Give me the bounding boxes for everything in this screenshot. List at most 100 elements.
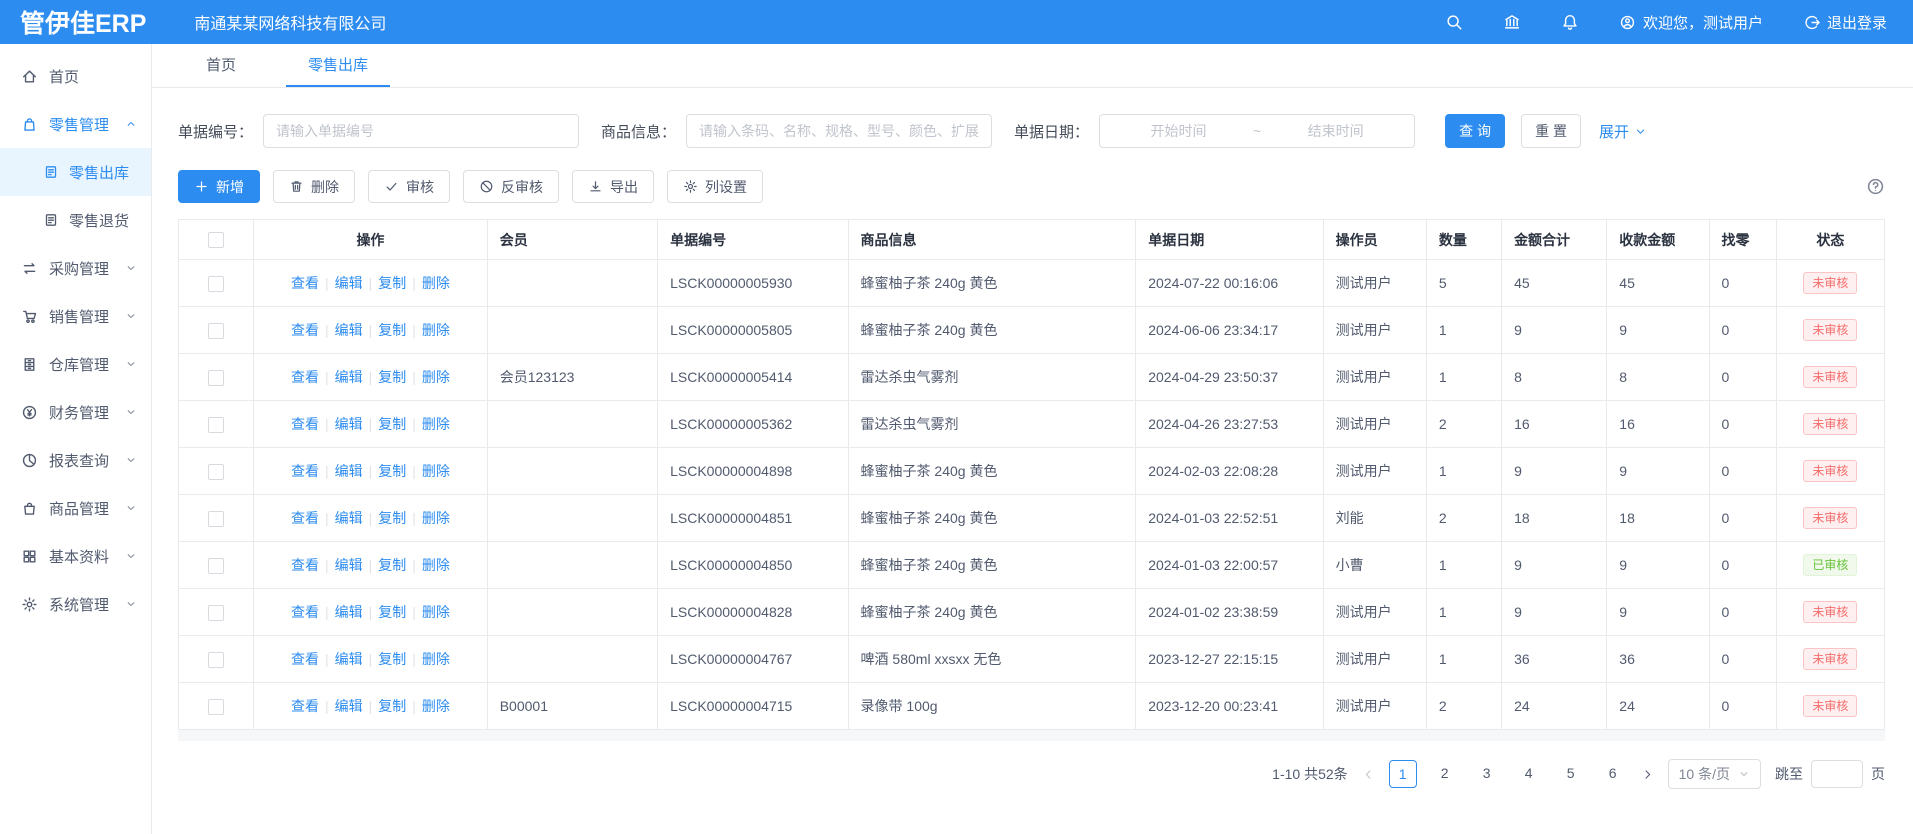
page-number-4[interactable]: 4 [1515, 760, 1543, 788]
row-action-link[interactable]: 查看 [291, 557, 319, 573]
filter-bar: 单据编号： 商品信息： 单据日期： ~ 查 询 重 置 展开 [178, 114, 1885, 148]
sidebar-item-report[interactable]: 报表查询 [0, 436, 151, 484]
row-checkbox[interactable] [208, 370, 224, 386]
help-icon[interactable] [1866, 177, 1885, 196]
action-divider: | [412, 275, 416, 291]
sidebar-item-system[interactable]: 系统管理 [0, 580, 151, 628]
sidebar-item-finance[interactable]: 财务管理 [0, 388, 151, 436]
row-action-link[interactable]: 删除 [422, 463, 450, 479]
row-action-link[interactable]: 编辑 [335, 557, 363, 573]
row-checkbox[interactable] [208, 417, 224, 433]
sidebar-item-retail[interactable]: 零售管理 [0, 100, 151, 148]
sidebar-item-goods[interactable]: 商品管理 [0, 484, 151, 532]
page-number-3[interactable]: 3 [1473, 760, 1501, 788]
tab-1[interactable]: 零售出库 [286, 44, 390, 87]
row-action-link[interactable]: 编辑 [335, 322, 363, 338]
row-action-link[interactable]: 删除 [422, 651, 450, 667]
row-action-link[interactable]: 查看 [291, 510, 319, 526]
notification-bell-icon[interactable] [1561, 13, 1579, 31]
row-action-link[interactable]: 复制 [378, 604, 406, 620]
row-action-link[interactable]: 编辑 [335, 275, 363, 291]
reset-button[interactable]: 重 置 [1521, 114, 1581, 148]
unaudit-button[interactable]: 反审核 [463, 170, 559, 203]
date-range-picker[interactable]: ~ [1099, 114, 1415, 148]
audit-button[interactable]: 审核 [368, 170, 450, 203]
page-size-select[interactable]: 10 条/页 [1668, 759, 1761, 789]
row-action-link[interactable]: 编辑 [335, 651, 363, 667]
sidebar-item-warehouse[interactable]: 仓库管理 [0, 340, 151, 388]
row-action-link[interactable]: 编辑 [335, 604, 363, 620]
row-action-link[interactable]: 查看 [291, 698, 319, 714]
row-checkbox[interactable] [208, 652, 224, 668]
row-action-link[interactable]: 查看 [291, 463, 319, 479]
row-checkbox[interactable] [208, 276, 224, 292]
select-all-checkbox[interactable] [208, 232, 224, 248]
sidebar-item-home[interactable]: 首页 [0, 52, 151, 100]
page-number-6[interactable]: 6 [1599, 760, 1627, 788]
cell-change: 0 [1709, 542, 1776, 589]
sidebar-item-purchase[interactable]: 采购管理 [0, 244, 151, 292]
prev-page-arrow[interactable] [1362, 768, 1375, 781]
row-action-link[interactable]: 编辑 [335, 416, 363, 432]
page-number-1[interactable]: 1 [1389, 760, 1417, 788]
product-info-input[interactable] [686, 114, 992, 148]
row-action-link[interactable]: 复制 [378, 698, 406, 714]
row-checkbox[interactable] [208, 464, 224, 480]
delete-button[interactable]: 删除 [273, 170, 355, 203]
row-action-link[interactable]: 复制 [378, 275, 406, 291]
date-end-input[interactable] [1265, 123, 1406, 139]
page-number-2[interactable]: 2 [1431, 760, 1459, 788]
row-action-link[interactable]: 编辑 [335, 463, 363, 479]
row-action-link[interactable]: 删除 [422, 322, 450, 338]
row-action-link[interactable]: 删除 [422, 557, 450, 573]
search-icon[interactable] [1445, 13, 1463, 31]
sidebar-item-basic[interactable]: 基本资料 [0, 532, 151, 580]
row-action-link[interactable]: 删除 [422, 416, 450, 432]
row-action-link[interactable]: 查看 [291, 416, 319, 432]
row-action-link[interactable]: 复制 [378, 463, 406, 479]
sidebar-item-sales[interactable]: 销售管理 [0, 292, 151, 340]
row-checkbox[interactable] [208, 323, 224, 339]
row-action-link[interactable]: 编辑 [335, 510, 363, 526]
row-action-link[interactable]: 查看 [291, 604, 319, 620]
sidebar-subitem-1[interactable]: 零售退货 [0, 196, 151, 244]
user-menu[interactable]: 欢迎您，测试用户 [1619, 12, 1763, 33]
row-action-link[interactable]: 复制 [378, 510, 406, 526]
row-action-link[interactable]: 查看 [291, 651, 319, 667]
row-checkbox[interactable] [208, 699, 224, 715]
row-action-link[interactable]: 编辑 [335, 698, 363, 714]
date-start-input[interactable] [1108, 123, 1249, 139]
row-action-link[interactable]: 查看 [291, 322, 319, 338]
column-settings-button[interactable]: 列设置 [667, 170, 763, 203]
row-action-link[interactable]: 编辑 [335, 369, 363, 385]
row-action-link[interactable]: 查看 [291, 275, 319, 291]
action-divider: | [325, 698, 329, 714]
row-action-link[interactable]: 查看 [291, 369, 319, 385]
add-button[interactable]: 新增 [178, 170, 260, 203]
page-number-5[interactable]: 5 [1557, 760, 1585, 788]
row-action-link[interactable]: 删除 [422, 275, 450, 291]
export-button[interactable]: 导出 [572, 170, 654, 203]
sidebar-subitem-0[interactable]: 零售出库 [0, 148, 151, 196]
row-action-link[interactable]: 复制 [378, 651, 406, 667]
tab-0[interactable]: 首页 [184, 44, 258, 87]
bill-no-input[interactable] [263, 114, 579, 148]
row-action-link[interactable]: 删除 [422, 369, 450, 385]
logout-button[interactable]: 退出登录 [1803, 12, 1887, 33]
row-checkbox[interactable] [208, 605, 224, 621]
row-action-link[interactable]: 复制 [378, 369, 406, 385]
row-checkbox[interactable] [208, 558, 224, 574]
next-page-arrow[interactable] [1641, 768, 1654, 781]
row-checkbox[interactable] [208, 511, 224, 527]
expand-filters-link[interactable]: 展开 [1599, 121, 1647, 142]
row-action-link[interactable]: 删除 [422, 604, 450, 620]
bank-icon[interactable] [1503, 13, 1521, 31]
search-button[interactable]: 查 询 [1445, 114, 1505, 148]
row-action-link[interactable]: 复制 [378, 322, 406, 338]
horizontal-scrollbar-track[interactable] [178, 730, 1885, 741]
row-action-link[interactable]: 复制 [378, 557, 406, 573]
row-action-link[interactable]: 删除 [422, 510, 450, 526]
row-action-link[interactable]: 复制 [378, 416, 406, 432]
jump-to-input[interactable] [1811, 760, 1863, 788]
row-action-link[interactable]: 删除 [422, 698, 450, 714]
